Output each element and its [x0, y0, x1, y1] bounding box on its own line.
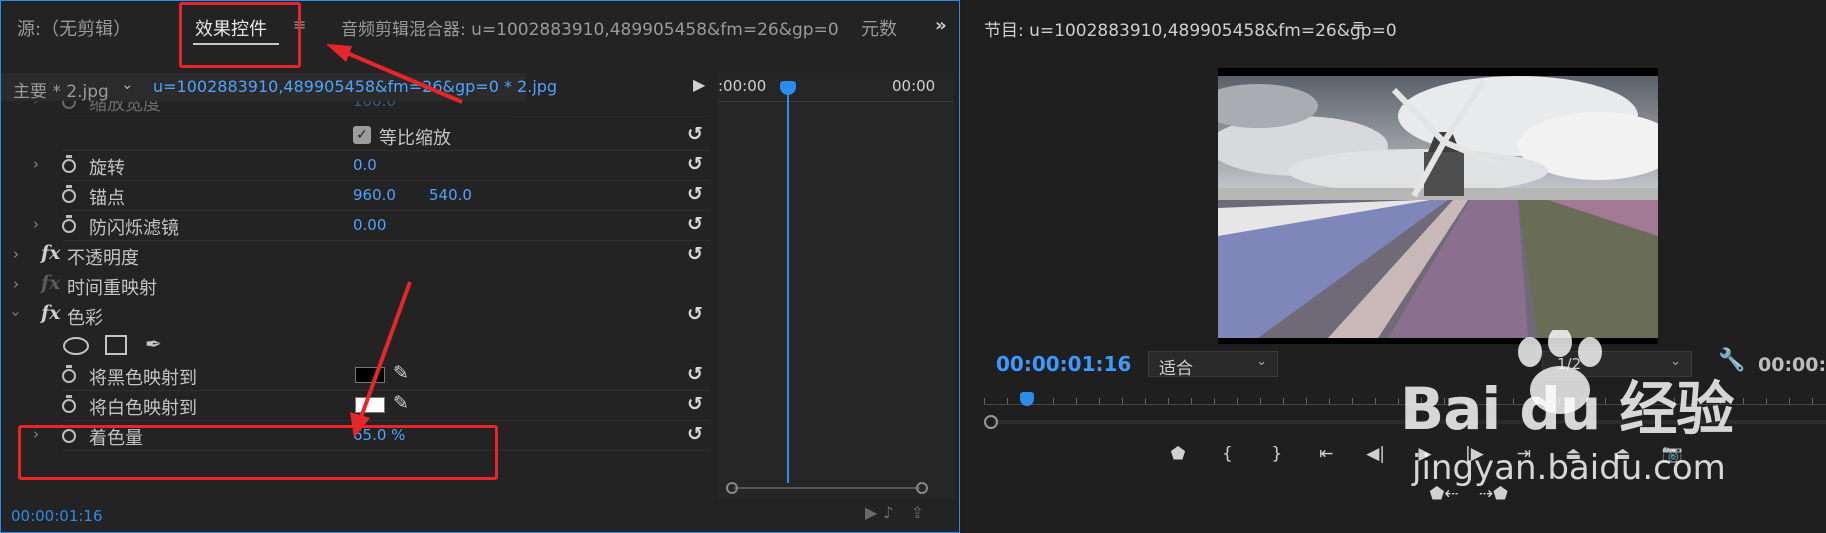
panel-menu-icon[interactable]: ≡	[1352, 16, 1365, 34]
video-preview[interactable]	[1218, 68, 1658, 344]
zoom-fit-value: 适合	[1159, 359, 1193, 379]
program-monitor-title[interactable]: 节目: u=1002883910,489905458&fm=26&gp=0	[984, 16, 1397, 41]
windmill-tulip-field-image	[1218, 76, 1658, 338]
step-back-button[interactable]: ◀|	[1354, 444, 1398, 464]
add-marker-button[interactable]: ⬟	[1156, 444, 1200, 464]
sequence-duration: 00:00:3	[1758, 354, 1826, 376]
zoom-fit-dropdown[interactable]: 适合 ⌄	[1148, 351, 1278, 379]
mark-out-button[interactable]: }	[1255, 444, 1299, 464]
baidu-watermark-url: jingyan.baidu.com	[1412, 448, 1726, 488]
baidu-watermark-brand: Bai du 经验	[1400, 375, 1734, 443]
chevron-down-icon: ⌄	[1256, 354, 1267, 369]
mark-in-button[interactable]: {	[1205, 444, 1249, 464]
program-playhead-handle[interactable]	[1020, 392, 1034, 406]
go-to-in-button[interactable]: ⇤	[1304, 444, 1348, 464]
program-playhead-time[interactable]: 00:00:01:16	[996, 352, 1131, 376]
annotation-arrows	[326, 44, 463, 438]
